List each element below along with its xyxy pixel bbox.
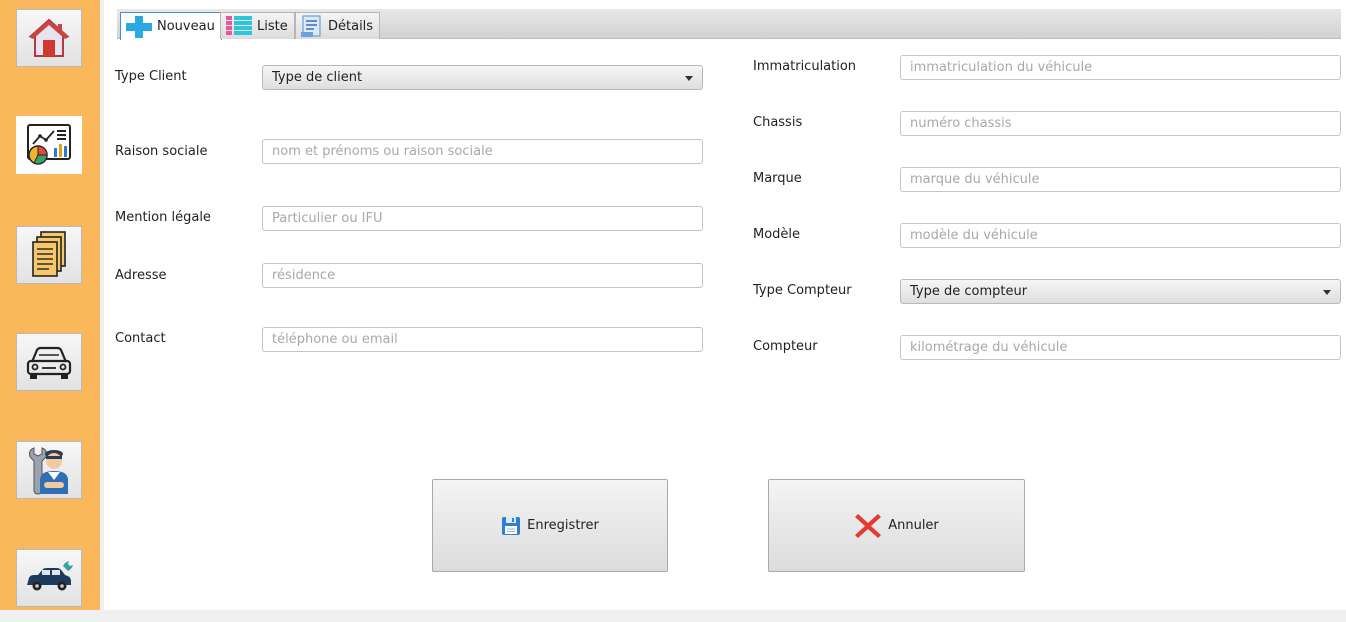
marque-input[interactable] [900, 167, 1341, 192]
details-icon [301, 15, 321, 37]
type-compteur-select[interactable]: Type de compteur [900, 279, 1341, 304]
marque-label: Marque [753, 171, 802, 186]
chevron-down-icon [685, 76, 693, 81]
chassis-label: Chassis [753, 115, 803, 130]
modele-label: Modèle [753, 227, 801, 242]
sidebar [0, 0, 100, 610]
save-button[interactable]: Enregistrer [432, 479, 668, 572]
tab-nouveau-label: Nouveau [157, 19, 215, 34]
adresse-label: Adresse [115, 268, 167, 283]
type-compteur-selected: Type de compteur [910, 284, 1028, 299]
compteur-label: Compteur [753, 339, 818, 354]
type-client-label: Type Client [115, 69, 187, 84]
raison-sociale-input[interactable] [262, 139, 703, 164]
immatriculation-input[interactable] [900, 55, 1341, 80]
documents-icon [32, 231, 66, 277]
contact-input[interactable] [262, 327, 703, 352]
mention-legale-label: Mention légale [115, 210, 211, 225]
tab-nouveau[interactable]: Nouveau [120, 12, 222, 40]
close-icon [855, 513, 882, 538]
compteur-input[interactable] [900, 335, 1341, 360]
save-button-label: Enregistrer [527, 518, 599, 533]
sidebar-car-repair-button[interactable] [16, 549, 82, 607]
type-compteur-label: Type Compteur [753, 283, 852, 298]
list-icon [226, 16, 252, 35]
mechanic-icon [29, 447, 68, 495]
plus-icon [126, 15, 152, 38]
tab-liste-label: Liste [257, 18, 288, 34]
car-repair-icon [27, 561, 73, 591]
car-icon [26, 346, 72, 379]
sidebar-cars-button[interactable] [16, 333, 82, 391]
home-icon [28, 18, 70, 57]
modele-input[interactable] [900, 223, 1341, 248]
immatriculation-label: Immatriculation [753, 59, 857, 74]
sidebar-documents-button[interactable] [16, 226, 82, 284]
chassis-input[interactable] [900, 111, 1341, 136]
raison-sociale-label: Raison sociale [115, 144, 208, 159]
save-icon [502, 516, 521, 535]
sidebar-home-button[interactable] [16, 9, 82, 67]
status-strip [0, 610, 1346, 622]
sidebar-divider [100, 0, 104, 610]
sidebar-mechanics-button[interactable] [16, 441, 82, 499]
chevron-down-icon [1323, 290, 1331, 295]
cancel-button[interactable]: Annuler [768, 479, 1025, 572]
dashboard-chart-icon [27, 124, 71, 165]
contact-label: Contact [115, 331, 166, 346]
tab-liste[interactable]: Liste [220, 12, 295, 39]
tab-details[interactable]: Détails [295, 12, 381, 39]
sidebar-dashboard-button[interactable] [16, 116, 82, 174]
type-client-selected: Type de client [272, 70, 363, 85]
type-client-select[interactable]: Type de client [262, 65, 703, 90]
tab-bar: Nouveau Liste Détails [117, 9, 1341, 40]
cancel-button-label: Annuler [888, 518, 939, 533]
tab-details-label: Détails [328, 18, 374, 34]
adresse-input[interactable] [262, 263, 703, 288]
mention-legale-input[interactable] [262, 206, 703, 231]
